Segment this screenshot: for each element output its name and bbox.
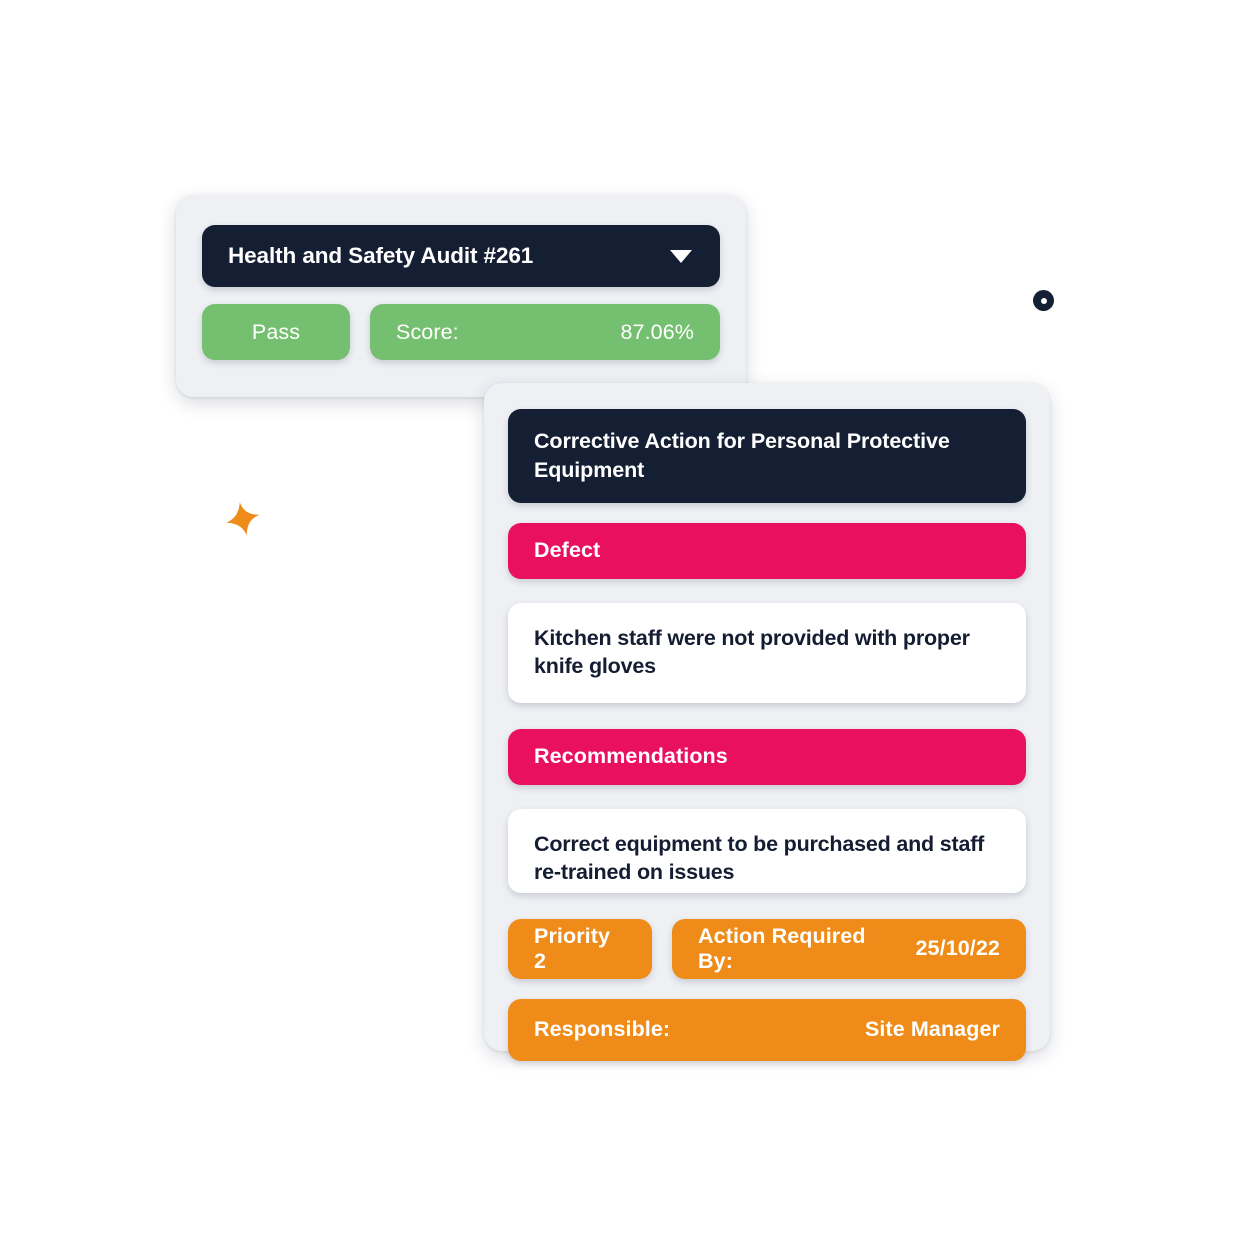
action-meta-row: Priority 2 Action Required By: 25/10/22	[508, 918, 1026, 979]
recommendations-section-label: Recommendations	[534, 744, 728, 769]
defect-section-label: Defect	[534, 538, 601, 563]
corrective-action-title-label: Corrective Action for Personal Protectiv…	[534, 429, 950, 482]
responsible-value: Site Manager	[864, 1017, 1000, 1042]
screenshot-stage: Health and Safety Audit #261 Pass Score:…	[0, 0, 1252, 1235]
priority-label: Priority 2	[534, 923, 611, 973]
recommendations-description-field[interactable]: Correct equipment to be purchased and st…	[508, 808, 1026, 893]
responsible-field: Responsible: Site Manager	[508, 998, 1026, 1061]
recommendations-description-text: Correct equipment to be purchased and st…	[534, 831, 985, 885]
four-point-star-icon	[226, 502, 260, 536]
corrective-action-title: Corrective Action for Personal Protectiv…	[508, 409, 1026, 503]
audit-score-label: Score:	[396, 319, 459, 344]
action-required-by-field: Action Required By: 25/10/22	[672, 918, 1026, 979]
corrective-action-card: Corrective Action for Personal Protectiv…	[484, 383, 1050, 1061]
action-required-by-date: 25/10/22	[915, 936, 1000, 961]
defect-description-field[interactable]: Kitchen staff were not provided with pro…	[508, 602, 1026, 703]
ring-dot-icon	[1033, 290, 1054, 311]
audit-result-label: Pass	[251, 319, 301, 344]
audit-score-badge: Score: 87.06%	[370, 304, 720, 360]
defect-section-header: Defect	[508, 522, 1026, 579]
action-required-by-label: Action Required By:	[698, 923, 866, 973]
audit-title-label: Health and Safety Audit #261	[228, 243, 534, 268]
chevron-down-icon[interactable]	[670, 249, 692, 263]
recommendations-section-header: Recommendations	[508, 728, 1026, 785]
audit-score-value: 87.06%	[620, 319, 694, 344]
audit-status-row: Pass Score: 87.06%	[202, 304, 720, 360]
audit-title-dropdown[interactable]: Health and Safety Audit #261	[202, 225, 720, 287]
audit-summary-card: Health and Safety Audit #261 Pass Score:…	[176, 195, 746, 397]
responsible-label: Responsible:	[534, 1017, 671, 1042]
defect-description-text: Kitchen staff were not provided with pro…	[534, 625, 970, 679]
audit-result-badge: Pass	[202, 304, 350, 360]
priority-badge: Priority 2	[508, 918, 653, 979]
